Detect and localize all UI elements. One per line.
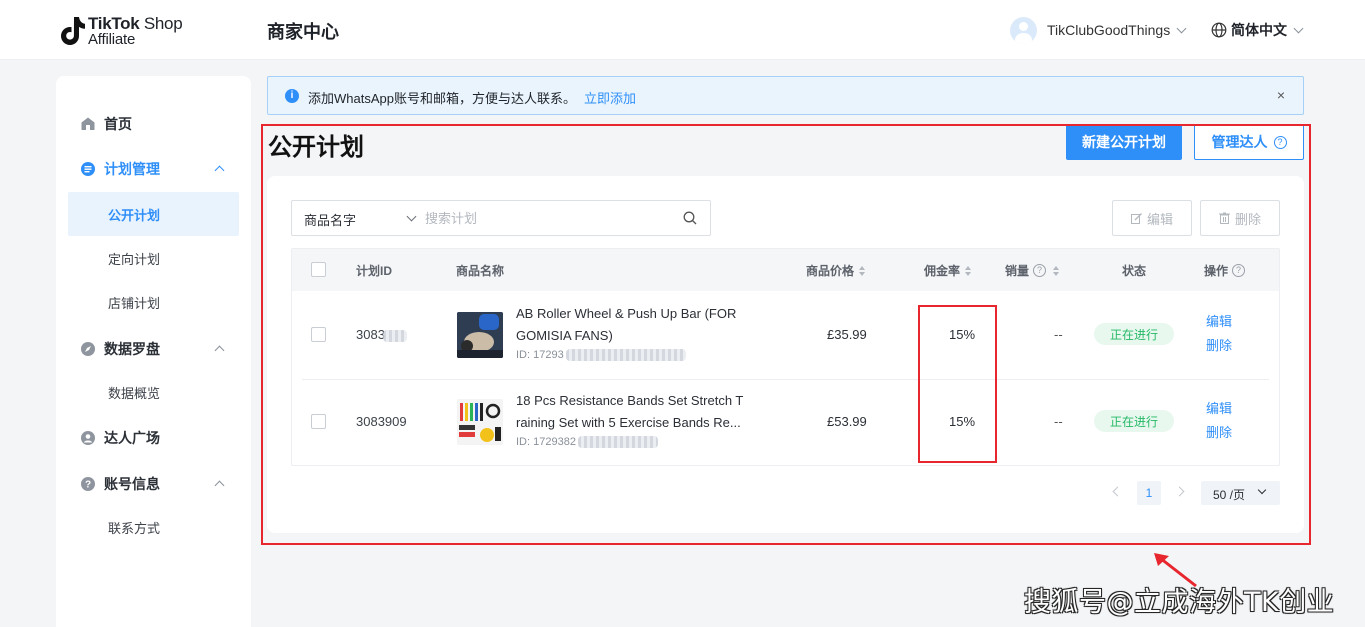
chevron-up-icon	[214, 480, 225, 491]
tiktok-logo-icon	[61, 17, 85, 45]
home-icon	[81, 117, 95, 130]
chevron-up-icon	[214, 345, 225, 356]
watermark-text: 搜狐号@立成海外TK创业	[1024, 587, 1335, 618]
sidebar-item-shop-plan[interactable]: 店铺计划	[68, 280, 239, 324]
sidebar-item-label: 计划管理	[104, 161, 160, 177]
creator-icon	[81, 431, 95, 445]
username: TikClubGoodThings	[1047, 22, 1171, 38]
highlight-box-public-plan	[261, 124, 1311, 545]
notice-text: 添加WhatsApp账号和邮箱，方便与达人联系。	[308, 91, 576, 106]
plan-icon	[81, 162, 95, 176]
compass-icon	[81, 342, 95, 356]
header-title: 商家中心	[267, 22, 339, 42]
chevron-down-icon	[1293, 23, 1304, 33]
sidebar-item-label: 账号信息	[104, 476, 160, 492]
sidebar-item-label: 达人广场	[104, 430, 160, 446]
chevron-up-icon	[214, 165, 225, 176]
user-menu[interactable]: TikClubGoodThings	[1010, 15, 1187, 45]
sidebar-item-label: 首页	[104, 116, 132, 132]
globe-icon	[1211, 22, 1227, 38]
tiktok-shop-affiliate-logo[interactable]: TikTok Shop Affiliate	[56, 13, 196, 49]
avatar	[1010, 16, 1037, 44]
whatsapp-notice: i 添加WhatsApp账号和邮箱，方便与达人联系。 立即添加 ×	[267, 76, 1304, 115]
chevron-down-icon	[1176, 23, 1187, 33]
add-now-link[interactable]: 立即添加	[584, 91, 636, 106]
sidebar-item-home[interactable]: 首页	[56, 102, 251, 146]
sidebar-item-data-overview[interactable]: 数据概览	[68, 370, 239, 414]
info-icon: i	[285, 89, 299, 103]
sidebar-item-data-compass[interactable]: 数据罗盘	[56, 327, 251, 371]
sidebar-item-contact[interactable]: 联系方式	[68, 505, 239, 549]
language-selector[interactable]: 简体中文	[1211, 20, 1304, 40]
highlight-box-commission	[918, 305, 997, 463]
sidebar-item-label: 数据罗盘	[104, 341, 160, 357]
sidebar-item-plan-management[interactable]: 计划管理	[56, 147, 251, 191]
account-icon: ?	[81, 477, 95, 491]
sidebar-item-account-info[interactable]: ? 账号信息	[56, 462, 251, 506]
logo-affiliate-text: Affiliate	[88, 31, 136, 48]
top-bar: TikTok Shop Affiliate 商家中心 TikClubGoodTh…	[0, 0, 1365, 60]
sidebar-item-targeted-plan[interactable]: 定向计划	[68, 236, 239, 280]
sidebar-item-creator-square[interactable]: 达人广场	[56, 416, 251, 460]
close-icon[interactable]: ×	[1277, 87, 1285, 103]
svg-text:?: ?	[85, 480, 91, 491]
sidebar-item-public-plan[interactable]: 公开计划	[68, 192, 239, 236]
sidebar: 首页 计划管理 公开计划 定向计划 店铺计划 数据罗盘 数据概览 达人广场 ? …	[56, 76, 251, 627]
logo-shop-text: Shop	[139, 14, 183, 33]
language-label: 简体中文	[1231, 22, 1287, 38]
